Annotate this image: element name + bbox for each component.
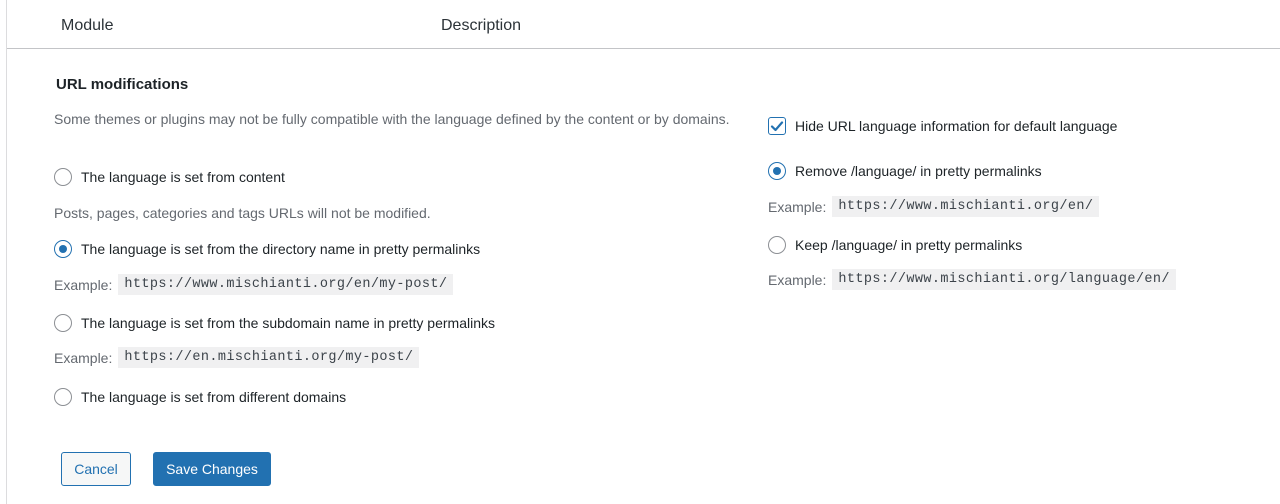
- option-keep-language-slug[interactable]: Keep /language/ in pretty permalinks: [768, 236, 1022, 254]
- radio-remove-language-slug[interactable]: [768, 162, 786, 180]
- checkbox-hide-default-language[interactable]: [768, 117, 786, 135]
- radio-language-from-subdomain[interactable]: [54, 314, 72, 332]
- example-label: Example:: [54, 276, 113, 293]
- section-title: URL modifications: [56, 76, 189, 93]
- example-subdomain: Example: https://en.mischianti.org/my-po…: [54, 347, 420, 368]
- column-description: Description: [441, 17, 522, 34]
- radio-language-from-directory[interactable]: [54, 240, 72, 258]
- option-label: The language is set from content: [81, 169, 285, 185]
- option-label: Remove /language/ in pretty permalinks: [795, 163, 1042, 179]
- option-hide-default-language[interactable]: Hide URL language information for defaul…: [768, 117, 1117, 135]
- example-label: Example:: [768, 198, 827, 215]
- radio-keep-language-slug[interactable]: [768, 236, 786, 254]
- table-header: Module Description: [7, 0, 1280, 49]
- radio-language-from-domains[interactable]: [54, 388, 72, 406]
- cancel-button[interactable]: Cancel: [61, 452, 131, 486]
- example-url: https://www.mischianti.org/language/en/: [832, 269, 1176, 290]
- option-label: Keep /language/ in pretty permalinks: [795, 237, 1023, 253]
- option-label: The language is set from the directory n…: [81, 241, 481, 257]
- example-label: Example:: [768, 271, 827, 288]
- option-label: The language is set from different domai…: [81, 389, 347, 405]
- option-language-from-directory[interactable]: The language is set from the directory n…: [54, 240, 480, 258]
- example-url: https://www.mischianti.org/en/my-post/: [118, 274, 454, 295]
- radio-language-from-content[interactable]: [54, 168, 72, 186]
- column-module: Module: [61, 17, 114, 34]
- option-label: Hide URL language information for defaul…: [795, 118, 1118, 134]
- option-language-from-subdomain[interactable]: The language is set from the subdomain n…: [54, 314, 495, 332]
- panel-left-border: [6, 0, 7, 504]
- option-remove-language-slug[interactable]: Remove /language/ in pretty permalinks: [768, 162, 1042, 180]
- option-language-from-content[interactable]: The language is set from content: [54, 168, 285, 186]
- compatibility-note: Some themes or plugins may not be fully …: [54, 111, 730, 127]
- save-changes-button[interactable]: Save Changes: [153, 452, 271, 486]
- example-keep: Example: https://www.mischianti.org/lang…: [768, 269, 1176, 290]
- content-note: Posts, pages, categories and tags URLs w…: [54, 205, 431, 221]
- option-label: The language is set from the subdomain n…: [81, 315, 495, 331]
- checkmark-icon: [770, 121, 784, 132]
- example-directory: Example: https://www.mischianti.org/en/m…: [54, 274, 454, 295]
- example-url: https://www.mischianti.org/en/: [832, 196, 1100, 217]
- example-label: Example:: [54, 349, 113, 366]
- example-remove: Example: https://www.mischianti.org/en/: [768, 196, 1100, 217]
- example-url: https://en.mischianti.org/my-post/: [118, 347, 420, 368]
- option-language-from-domains[interactable]: The language is set from different domai…: [54, 388, 346, 406]
